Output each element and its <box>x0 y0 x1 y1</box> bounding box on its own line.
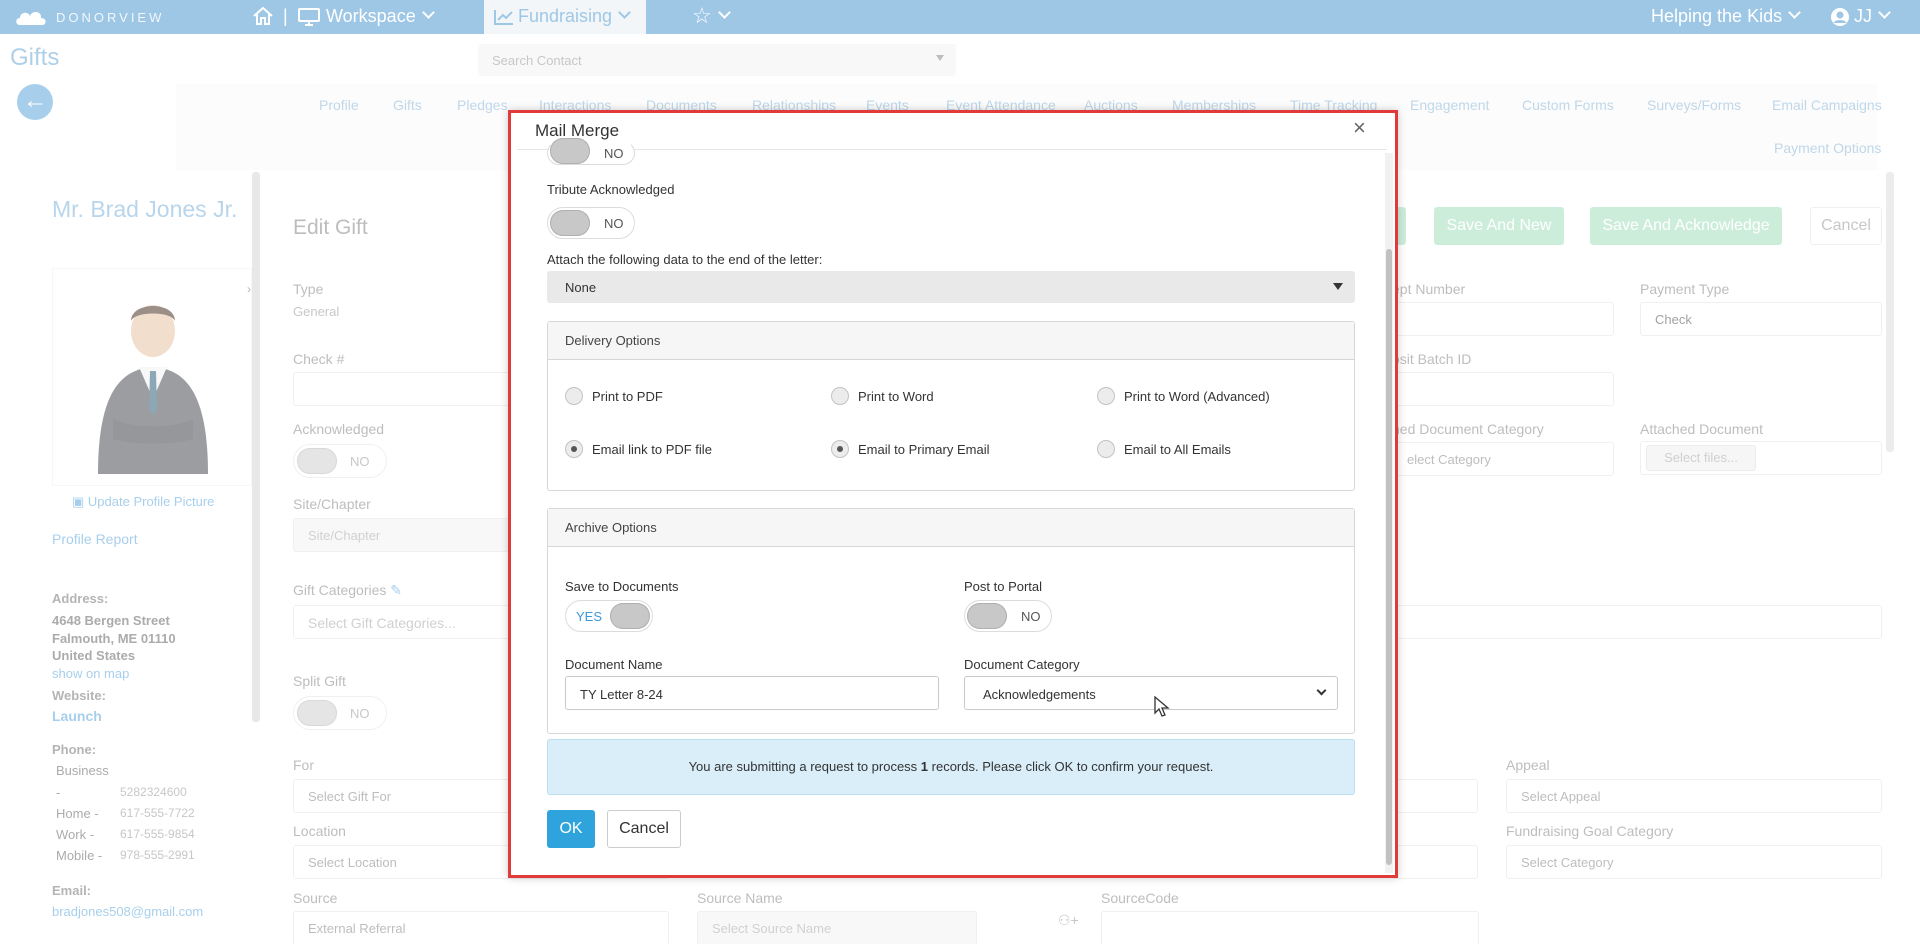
tribute-acknowledged-toggle[interactable]: NO <box>547 207 635 239</box>
tribute-acknowledged-label: Tribute Acknowledged <box>547 182 675 197</box>
radio-email-pdf-link[interactable] <box>565 440 583 458</box>
toggle-knob <box>550 138 590 164</box>
document-category-value: Acknowledgements <box>983 687 1096 702</box>
radio-print-word[interactable] <box>831 387 849 405</box>
radio-email-primary[interactable] <box>831 440 849 458</box>
print-pdf-label: Print to PDF <box>592 389 663 404</box>
radio-print-pdf[interactable] <box>565 387 583 405</box>
toggle-knob <box>550 210 590 236</box>
mouse-cursor-icon <box>1154 696 1170 717</box>
ok-button[interactable]: OK <box>547 810 595 848</box>
close-icon[interactable]: × <box>1353 115 1366 141</box>
previous-option-toggle[interactable]: NO <box>547 138 635 165</box>
save-to-documents-toggle[interactable]: YES <box>565 600 653 632</box>
confirmation-alert: You are submitting a request to process … <box>547 739 1355 795</box>
radio-print-word-advanced[interactable] <box>1097 387 1115 405</box>
post-to-portal-toggle[interactable]: NO <box>964 600 1052 632</box>
document-category-label: Document Category <box>964 657 1080 672</box>
archive-options-panel: Archive Options Save to Documents YES Po… <box>547 508 1355 734</box>
toggle-knob <box>610 603 650 629</box>
toggle-state: YES <box>576 609 603 624</box>
mail-merge-modal: Mail Merge × NO Tribute Acknowledged NO … <box>508 110 1398 878</box>
email-pdf-link-label: Email link to PDF file <box>592 442 712 457</box>
toggle-state: NO <box>1021 609 1041 624</box>
alert-record-count: 1 <box>920 759 929 774</box>
caret-down-icon <box>1333 283 1343 290</box>
document-category-select[interactable]: Acknowledgements <box>964 676 1338 710</box>
chevron-down-icon <box>1316 685 1327 696</box>
alert-text-suffix: records. Please click OK to confirm your… <box>928 759 1214 774</box>
delivery-options-panel: Delivery Options Print to PDF Print to W… <box>547 321 1355 491</box>
document-name-input[interactable]: TY Letter 8-24 <box>565 676 939 710</box>
email-primary-label: Email to Primary Email <box>858 442 990 457</box>
attach-data-label: Attach the following data to the end of … <box>547 252 823 267</box>
toggle-state: NO <box>604 146 624 161</box>
archive-options-title: Archive Options <box>548 509 1354 547</box>
radio-email-all[interactable] <box>1097 440 1115 458</box>
print-word-label: Print to Word <box>858 389 934 404</box>
email-all-label: Email to All Emails <box>1124 442 1231 457</box>
document-name-label: Document Name <box>565 657 663 672</box>
save-to-documents-label: Save to Documents <box>565 579 679 594</box>
post-to-portal-label: Post to Portal <box>964 579 1043 594</box>
modal-scrollbar-thumb[interactable] <box>1386 249 1392 865</box>
alert-text-prefix: You are submitting a request to process <box>688 759 921 774</box>
delivery-options-title: Delivery Options <box>548 322 1354 360</box>
toggle-state: NO <box>604 216 624 231</box>
attach-data-value: None <box>565 280 597 295</box>
cancel-button[interactable]: Cancel <box>607 810 681 848</box>
attach-data-select[interactable]: None <box>547 271 1355 303</box>
print-word-advanced-label: Print to Word (Advanced) <box>1124 389 1270 404</box>
modal-header-divider <box>517 149 1387 150</box>
toggle-knob <box>967 603 1007 629</box>
